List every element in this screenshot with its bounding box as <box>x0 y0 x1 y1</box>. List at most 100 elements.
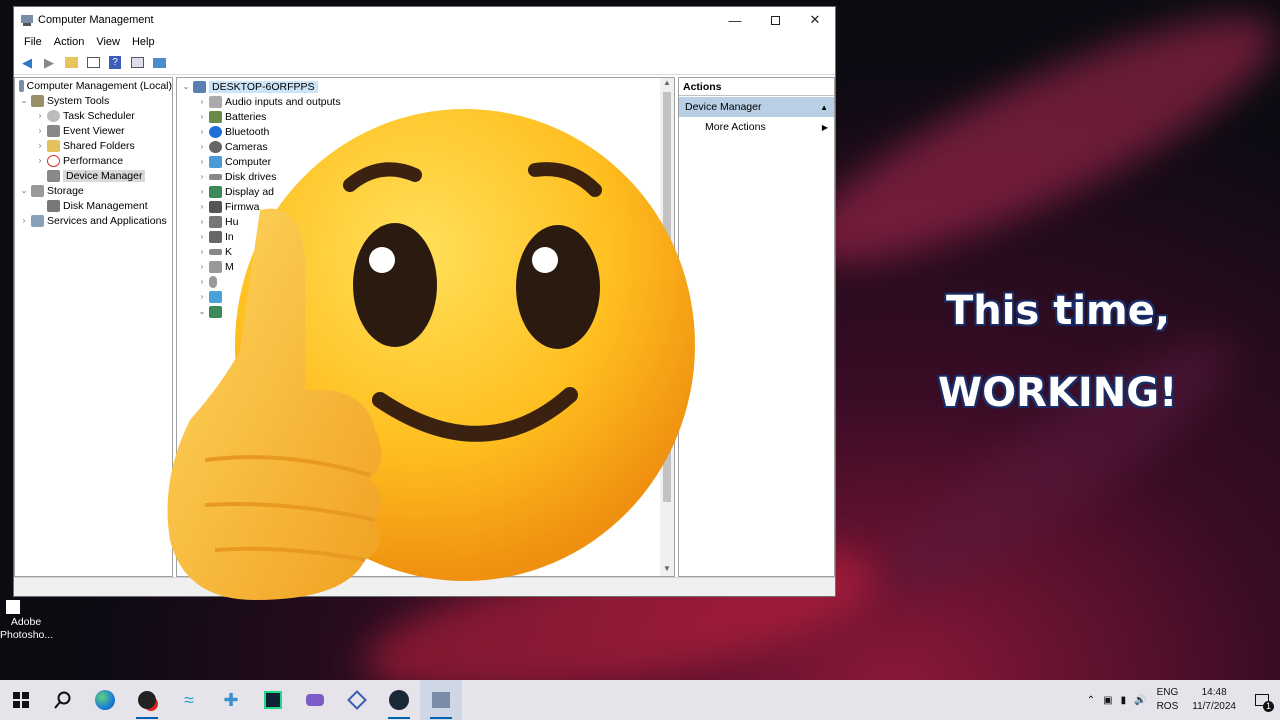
search-button[interactable] <box>42 680 84 720</box>
taskbar-app-network[interactable]: ✚ <box>210 680 252 720</box>
chevron-right-icon: ▶ <box>821 122 828 132</box>
menu-action[interactable]: Action <box>48 36 91 48</box>
wallpaper-streak <box>779 0 1280 305</box>
pycharm-icon <box>264 691 282 709</box>
taskbar-app-diamond[interactable] <box>336 680 378 720</box>
app-icon <box>138 691 156 709</box>
monitor-icon[interactable] <box>150 54 168 72</box>
minimize-icon: — <box>728 12 742 28</box>
taskbar-computer-management[interactable] <box>420 680 462 720</box>
chevron-down-icon[interactable]: ⌄ <box>181 82 191 91</box>
dolphin-icon: ≈ <box>184 689 194 710</box>
computer-management-icon <box>19 79 24 92</box>
taskbar-app-red[interactable] <box>126 680 168 720</box>
chevron-right-icon[interactable]: › <box>35 141 45 150</box>
maximize-button[interactable] <box>755 7 795 33</box>
language-indicator[interactable]: ENG ROS <box>1151 686 1185 714</box>
show-hide-tree-icon[interactable] <box>84 54 102 72</box>
close-button[interactable]: ✕ <box>795 7 835 33</box>
collapse-up-icon[interactable]: ▲ <box>820 103 828 112</box>
diamond-icon <box>347 690 367 710</box>
keyboard-layout: ROS <box>1156 701 1179 712</box>
taskbar-edge[interactable] <box>84 680 126 720</box>
tree-label: Shared Folders <box>63 139 135 152</box>
active-indicator <box>136 717 158 719</box>
tree-item-task-scheduler[interactable]: › Task Scheduler <box>15 108 172 123</box>
forward-button[interactable]: ▶ <box>40 54 58 72</box>
active-indicator <box>388 717 410 719</box>
chevron-right-icon[interactable]: › <box>35 126 45 135</box>
taskbar-steam[interactable] <box>378 680 420 720</box>
system-tray: ⌃ ▣ ▮ 🔊 ENG ROS 14:48 11/7/2024 1 <box>1083 680 1280 720</box>
taskbar-app-dolphin[interactable]: ≈ <box>168 680 210 720</box>
actions-section-device-manager[interactable]: Device Manager ▲ <box>679 97 834 117</box>
chevron-right-icon[interactable]: › <box>19 216 29 225</box>
tools-icon <box>31 94 44 107</box>
taskbar-app-purple[interactable] <box>294 680 336 720</box>
security-icon[interactable]: ▣ <box>1099 695 1116 706</box>
title-bar[interactable]: Computer Management — ✕ <box>14 7 835 33</box>
app-purple-icon <box>306 694 324 706</box>
back-button[interactable]: ◀ <box>18 54 36 72</box>
tree-item-event-viewer[interactable]: › Event Viewer <box>15 123 172 138</box>
menu-file[interactable]: File <box>18 36 48 48</box>
taskbar-app-pycharm[interactable] <box>252 680 294 720</box>
more-actions-item[interactable]: More Actions ▶ <box>679 117 834 137</box>
steam-icon <box>389 690 409 710</box>
chevron-up-icon[interactable]: ⌃ <box>1083 695 1099 706</box>
device-host[interactable]: ⌄ DESKTOP-6ORFPPS <box>177 79 674 94</box>
more-actions-label: More Actions <box>705 121 766 133</box>
device-host-label: DESKTOP-6ORFPPS <box>209 80 318 93</box>
taskbar: ≈ ✚ ⌃ ▣ ▮ 🔊 ENG ROS 14:48 11/7/2024 1 <box>0 680 1280 720</box>
notification-button[interactable]: 1 <box>1244 680 1280 720</box>
menu-view[interactable]: View <box>90 36 126 48</box>
thumbs-up-smiley-emoji <box>167 109 695 601</box>
chevron-right-icon[interactable]: › <box>35 111 45 120</box>
close-icon: ✕ <box>809 12 821 27</box>
maximize-icon <box>770 15 780 25</box>
tree-label: Event Viewer <box>63 124 125 137</box>
tree-item-device-manager[interactable]: Device Manager <box>15 168 172 183</box>
clock-icon <box>47 109 60 122</box>
chevron-down-icon[interactable]: ⌄ <box>19 96 29 105</box>
window-title: Computer Management <box>38 14 154 26</box>
tree-item-disk-management[interactable]: Disk Management <box>15 198 172 213</box>
tree-item-system-tools[interactable]: ⌄ System Tools <box>15 93 172 108</box>
actions-section-label: Device Manager <box>685 101 762 113</box>
tree-label: Storage <box>47 184 84 197</box>
overlay-text-line-1: This time, <box>946 288 1171 334</box>
toolbar: ◀ ▶ ? <box>14 51 835 75</box>
minimize-button[interactable]: — <box>715 7 755 33</box>
tree-item-storage[interactable]: ⌄ Storage <box>15 183 172 198</box>
tree-item-services[interactable]: › Services and Applications <box>15 213 172 228</box>
actions-pane: Actions Device Manager ▲ More Actions ▶ <box>678 77 835 577</box>
menu-help[interactable]: Help <box>126 36 161 48</box>
storage-icon <box>31 184 44 197</box>
actions-header: Actions <box>679 78 834 96</box>
start-button[interactable] <box>0 680 42 720</box>
tree-label: System Tools <box>47 94 110 107</box>
notification-count: 1 <box>1263 701 1274 712</box>
volume-icon[interactable]: 🔊 <box>1130 695 1150 706</box>
up-folder-icon[interactable] <box>62 54 80 72</box>
chevron-right-icon[interactable]: › <box>35 156 45 165</box>
chevron-down-icon[interactable]: ⌄ <box>19 186 29 195</box>
tree-item-shared-folders[interactable]: › Shared Folders <box>15 138 172 153</box>
scroll-up-icon[interactable]: ▲ <box>660 78 674 90</box>
clock[interactable]: 14:48 11/7/2024 <box>1184 686 1244 714</box>
help-icon[interactable]: ? <box>106 54 124 72</box>
desktop-icon-photoshop[interactable] <box>6 600 20 614</box>
edge-icon <box>95 690 115 710</box>
clock-time: 14:48 <box>1201 687 1227 698</box>
computer-management-icon <box>21 15 33 26</box>
properties-icon[interactable] <box>128 54 146 72</box>
tree-label: Services and Applications <box>47 214 167 227</box>
clock-date: 11/7/2024 <box>1192 701 1236 712</box>
tree-label: Task Scheduler <box>63 109 135 122</box>
battery-icon[interactable]: ▮ <box>1117 695 1131 706</box>
language-code: ENG <box>1156 687 1179 698</box>
tree-item-performance[interactable]: › Performance <box>15 153 172 168</box>
tree-item-root[interactable]: Computer Management (Local) <box>15 78 172 93</box>
computer-management-icon <box>432 692 450 708</box>
tree-label: Computer Management (Local) <box>26 79 172 92</box>
